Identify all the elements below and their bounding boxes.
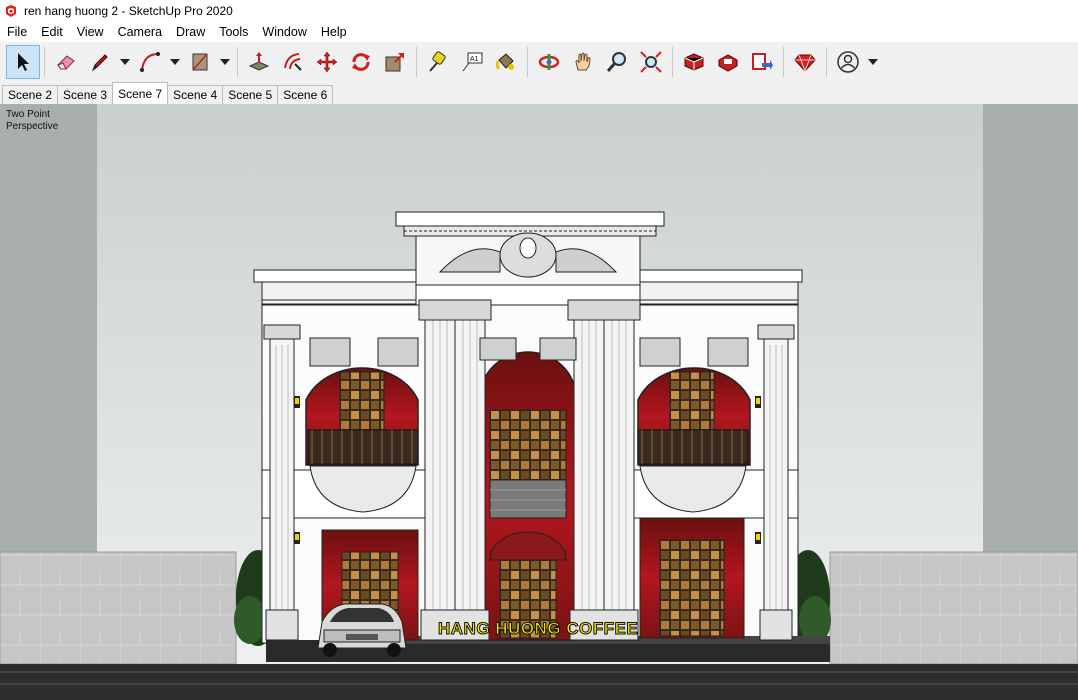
paint-bucket-icon (495, 53, 514, 71)
orbit-tool-button[interactable] (532, 45, 566, 79)
scene-tab-3[interactable]: Scene 3 (57, 85, 114, 104)
scene-tab-6[interactable]: Scene 6 (277, 85, 334, 104)
pan-tool-button[interactable] (566, 45, 600, 79)
scale-icon (385, 53, 404, 72)
tape-measure-tool-button[interactable] (421, 45, 455, 79)
3d-warehouse-button[interactable] (677, 45, 711, 79)
toolbar-separator (44, 47, 45, 77)
right-upper-wall (983, 104, 1078, 552)
push-pull-tool-button[interactable] (242, 45, 276, 79)
select-tool-button[interactable] (6, 45, 40, 79)
toolbar-separator (416, 47, 417, 77)
toolbar-separator (527, 47, 528, 77)
rectangle-shape-icon (192, 53, 208, 71)
chevron-down-icon (170, 59, 180, 65)
scene-tab-4[interactable]: Scene 4 (167, 85, 224, 104)
3d-warehouse-icon (684, 53, 704, 71)
zoom-icon (606, 52, 626, 72)
menu-view[interactable]: View (70, 22, 111, 42)
text-tool-button[interactable]: A1 (455, 45, 489, 79)
user-account-icon (837, 51, 859, 73)
scale-tool-button[interactable] (378, 45, 412, 79)
building-facade-model (0, 104, 1078, 700)
extension-warehouse-button[interactable] (711, 45, 745, 79)
left-neighbour-wall (0, 551, 237, 665)
right-neighbour-wall (829, 551, 1078, 665)
user-account-button[interactable] (831, 45, 865, 79)
camera-mode-label: Two Point Perspective (6, 109, 59, 132)
title-bar: ren hang huong 2 - SketchUp Pro 2020 (0, 0, 1078, 22)
menu-window[interactable]: Window (255, 22, 313, 42)
menu-edit[interactable]: Edit (34, 22, 70, 42)
model-viewport[interactable]: Two Point Perspective HANG HUONG COFFEE (0, 104, 1078, 700)
push-pull-icon (248, 52, 270, 71)
chevron-down-icon (120, 59, 130, 65)
paint-bucket-tool-button[interactable] (489, 45, 523, 79)
offset-tool-button[interactable] (276, 45, 310, 79)
toolbar-separator (783, 47, 784, 77)
orbit-icon (538, 54, 560, 70)
text-label-icon: A1 (462, 52, 483, 72)
menu-file[interactable]: File (0, 22, 34, 42)
road (0, 664, 1078, 700)
toolbar-separator (672, 47, 673, 77)
move-icon (316, 51, 338, 73)
select-arrow-icon (18, 53, 29, 71)
ruby-console-button[interactable] (788, 45, 822, 79)
extension-warehouse-icon (718, 54, 738, 72)
chevron-down-icon (220, 59, 230, 65)
zoom-tool-button[interactable] (600, 45, 634, 79)
shape-tool-dropdown[interactable] (217, 45, 233, 79)
menu-camera[interactable]: Camera (111, 22, 169, 42)
offset-icon (284, 53, 302, 71)
eraser-icon (57, 55, 75, 70)
move-tool-button[interactable] (310, 45, 344, 79)
shape-tool-button[interactable] (183, 45, 217, 79)
scene-tab-5[interactable]: Scene 5 (222, 85, 279, 104)
zoom-extents-tool-button[interactable] (634, 45, 668, 79)
coffee-sign: HANG HUONG COFFEE (437, 619, 639, 639)
menu-help[interactable]: Help (314, 22, 354, 42)
scene-tab-7[interactable]: Scene 7 (112, 82, 169, 104)
menu-bar: File Edit View Camera Draw Tools Window … (0, 22, 1078, 42)
pencil-line-icon (91, 54, 108, 72)
scene-tab-2[interactable]: Scene 2 (2, 85, 59, 104)
menu-draw[interactable]: Draw (169, 22, 212, 42)
arc-tool-dropdown[interactable] (167, 45, 183, 79)
arc-tool-button[interactable] (133, 45, 167, 79)
menu-tools[interactable]: Tools (212, 22, 255, 42)
send-to-layout-icon (752, 53, 773, 70)
rotate-tool-button[interactable] (344, 45, 378, 79)
send-to-layout-button[interactable] (745, 45, 779, 79)
scene-tabs: Scene 2 Scene 3 Scene 7 Scene 4 Scene 5 … (0, 82, 1078, 104)
line-tool-button[interactable] (83, 45, 117, 79)
chevron-down-icon (868, 59, 878, 65)
pan-hand-icon (575, 52, 591, 71)
eraser-tool-button[interactable] (49, 45, 83, 79)
tape-measure-icon (429, 51, 446, 72)
line-tool-dropdown[interactable] (117, 45, 133, 79)
ruby-console-icon (794, 54, 816, 73)
arc-icon (140, 52, 160, 72)
left-upper-wall (0, 104, 97, 552)
user-account-dropdown[interactable] (865, 45, 881, 79)
toolbar-separator (826, 47, 827, 77)
sketchup-logo-icon (6, 5, 16, 17)
rotate-icon (352, 53, 370, 71)
zoom-extents-icon (640, 51, 662, 73)
toolbar-separator (237, 47, 238, 77)
large-toolset-toolbar: A1 (0, 42, 1078, 82)
svg-text:A1: A1 (470, 56, 479, 63)
window-title: ren hang huong 2 - SketchUp Pro 2020 (24, 4, 233, 18)
